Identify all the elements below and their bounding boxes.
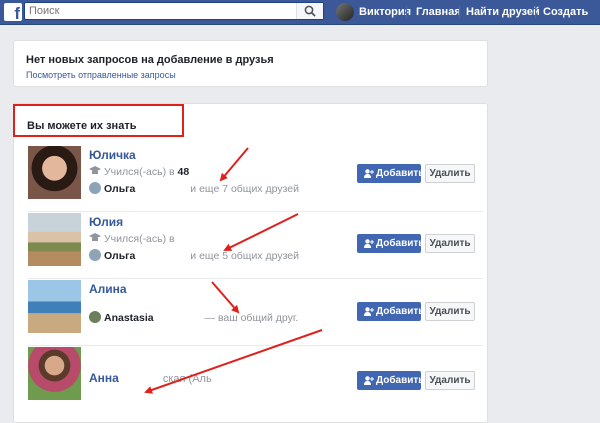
- add-friend-icon: [364, 239, 374, 248]
- profile-name-link[interactable]: Виктория: [359, 6, 411, 18]
- person-name[interactable]: Юлия: [89, 215, 123, 229]
- top-bar: f Виктория Главная Найти друзей Создать: [0, 0, 600, 25]
- person-row: Юличка Учился(-ась) в 48 Ольга и еще 7 о…: [28, 146, 483, 212]
- add-friend-icon: [364, 376, 374, 385]
- nav-create[interactable]: Создать: [543, 6, 588, 18]
- search-icon: [304, 5, 316, 17]
- graduation-cap-icon: [89, 233, 101, 241]
- mutual-friend-name[interactable]: Anastasia: [104, 312, 154, 324]
- requests-title: Нет новых запросов на добавление в друзь…: [26, 54, 274, 66]
- delete-suggestion-button[interactable]: Удалить: [425, 164, 475, 183]
- graduation-cap-icon: [89, 166, 101, 174]
- person-photo[interactable]: [28, 146, 81, 199]
- person-name[interactable]: Алина: [89, 282, 127, 296]
- delete-suggestion-button[interactable]: Удалить: [425, 234, 475, 253]
- mutual-friends-count[interactable]: и еще 7 общих друзей: [190, 183, 299, 195]
- nav-find-friends[interactable]: Найти друзей: [466, 6, 540, 18]
- section-header-highlight: Вы можете их знать: [13, 104, 184, 137]
- mutual-friend-avatar: [89, 182, 101, 194]
- friend-requests-card: Нет новых запросов на добавление в друзь…: [13, 40, 488, 87]
- mutual-friends-line: Ольга и еще 7 общих друзей: [89, 182, 299, 195]
- add-friend-button[interactable]: Добавить: [357, 302, 424, 321]
- mutual-friend-name[interactable]: Ольга: [104, 183, 135, 195]
- school-line: Учился(-ась) в 48: [89, 166, 189, 178]
- person-photo[interactable]: [28, 347, 81, 400]
- school-text: Учился(-ась) в: [104, 233, 175, 245]
- search-input[interactable]: [29, 4, 299, 18]
- row-divider: [28, 278, 483, 279]
- delete-suggestion-button[interactable]: Удалить: [425, 302, 475, 321]
- school-number[interactable]: 48: [178, 166, 190, 178]
- add-friend-button[interactable]: Добавить: [357, 164, 424, 183]
- nav-divider: [459, 6, 460, 18]
- nav-divider: [535, 6, 536, 18]
- nav-home[interactable]: Главная: [416, 6, 461, 18]
- add-friend-button[interactable]: Добавить: [357, 371, 424, 390]
- mutual-friends-line: Ольга и еще 5 общих друзей: [89, 249, 299, 262]
- person-photo[interactable]: [28, 213, 81, 266]
- row-divider: [28, 211, 483, 212]
- nav-divider: [406, 6, 407, 18]
- person-name[interactable]: Юличка: [89, 148, 136, 162]
- person-row: Алина Anastasia — ваш общий друг. Добави…: [28, 280, 483, 346]
- school-line: Учился(-ась) в: [89, 233, 175, 245]
- mutual-friend-note: — ваш общий друг.: [204, 312, 299, 324]
- mutual-friend-avatar: [89, 249, 101, 261]
- sent-requests-link[interactable]: Посмотреть отправленные запросы: [26, 70, 176, 80]
- mutual-friend-avatar: [89, 311, 101, 323]
- people-you-may-know-card: Вы можете их знать Юличка Учился(-ась) в…: [13, 103, 488, 423]
- delete-suggestion-button[interactable]: Удалить: [425, 371, 475, 390]
- facebook-logo-icon[interactable]: f: [4, 3, 22, 23]
- section-title: Вы можете их знать: [27, 120, 137, 132]
- search-button[interactable]: [296, 3, 323, 19]
- mutual-friends-line: Anastasia — ваш общий друг.: [89, 311, 298, 324]
- search-box: [24, 2, 324, 20]
- profile-avatar[interactable]: [336, 3, 354, 21]
- row-divider: [28, 345, 483, 346]
- person-name[interactable]: Анна ская (Аль: [89, 371, 212, 385]
- person-row: Юлия Учился(-ась) в Ольга и еще 5 общих …: [28, 213, 483, 279]
- add-friend-icon: [364, 307, 374, 316]
- person-row: Анна ская (Аль Добавить Удалить: [28, 347, 483, 413]
- school-text: Учился(-ась) в: [104, 166, 175, 178]
- add-friend-icon: [364, 169, 374, 178]
- mutual-friend-name[interactable]: Ольга: [104, 250, 135, 262]
- mutual-friends-count[interactable]: и еще 5 общих друзей: [190, 250, 299, 262]
- add-friend-button[interactable]: Добавить: [357, 234, 424, 253]
- person-photo[interactable]: [28, 280, 81, 333]
